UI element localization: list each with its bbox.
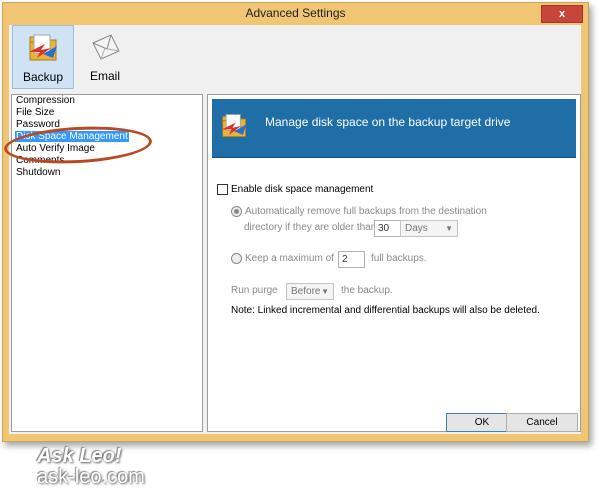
keep-max-row[interactable]: Keep a maximum of — [231, 253, 334, 264]
list-item-label: Compression — [16, 95, 75, 106]
run-purge-label: Run purge — [231, 285, 278, 296]
enable-disk-space-checkbox[interactable] — [217, 184, 228, 195]
run-purge-value: Before — [291, 286, 321, 297]
age-unit-select[interactable]: Days ▼ — [400, 220, 458, 237]
keep-max-suffix: full backups. — [371, 253, 427, 264]
watermark-url: ask-leo.com — [37, 466, 145, 488]
keep-max-value-field[interactable]: 2 — [338, 251, 365, 268]
ask-leo-watermark: Ask Leo! ask-leo.com — [37, 445, 145, 489]
auto-remove-label-line1: Automatically remove full backups from t… — [245, 206, 487, 218]
title-bar[interactable]: Advanced Settings x — [3, 3, 588, 24]
settings-category-list[interactable]: Compression File Size Password Disk Spac… — [3, 94, 203, 488]
auto-remove-radio[interactable] — [231, 206, 242, 217]
envelope-icon — [92, 34, 120, 60]
age-value-field[interactable]: 30 — [374, 220, 401, 237]
auto-remove-row[interactable]: Automatically remove full backups from t… — [231, 206, 487, 217]
list-item-file-size[interactable]: File Size — [12, 107, 202, 119]
cancel-button[interactable]: Cancel — [506, 413, 578, 432]
list-item-label: File Size — [16, 107, 55, 118]
run-purge-suffix: the backup. — [341, 285, 393, 296]
list-item-compression[interactable]: Compression — [12, 95, 202, 107]
auto-remove-label-line2: directory if they are older than — [244, 222, 377, 233]
enable-disk-space-row[interactable]: Enable disk space management — [217, 184, 373, 195]
backup-folder-icon — [29, 34, 57, 61]
category-toolbar: Backup Email — [9, 25, 581, 89]
chevron-down-icon: ▼ — [445, 224, 453, 233]
age-unit-value: Days — [405, 223, 428, 234]
settings-panel: Manage disk space on the backup target d… — [207, 94, 581, 432]
window-title: Advanced Settings — [245, 6, 346, 20]
toolbar-email-label: Email — [89, 69, 120, 83]
watermark-logo: Ask Leo! — [37, 445, 122, 467]
section-banner: Manage disk space on the backup target d… — [212, 99, 576, 158]
list-item-label: Shutdown — [16, 167, 61, 178]
toolbar-email[interactable]: Email — [75, 25, 135, 87]
chevron-down-icon: ▼ — [321, 287, 329, 296]
list-item-shutdown[interactable]: Shutdown — [12, 167, 202, 179]
backup-folder-icon — [221, 114, 247, 138]
dialog-body: Backup Email Compression File Size Passw… — [3, 25, 581, 488]
linked-backups-note: Note: Linked incremental and differentia… — [231, 305, 540, 316]
toolbar-backup-label: Backup — [22, 70, 64, 84]
advanced-settings-window: Advanced Settings x Backup Email Compres… — [2, 2, 589, 488]
enable-disk-space-label: Enable disk space management — [231, 184, 374, 196]
toolbar-backup[interactable]: Backup — [12, 25, 74, 89]
close-button[interactable]: x — [541, 5, 583, 23]
banner-title: Manage disk space on the backup target d… — [265, 115, 511, 129]
keep-max-label: Keep a maximum of — [245, 253, 334, 265]
keep-max-radio[interactable] — [231, 253, 242, 264]
run-purge-select[interactable]: Before ▼ — [286, 283, 334, 300]
